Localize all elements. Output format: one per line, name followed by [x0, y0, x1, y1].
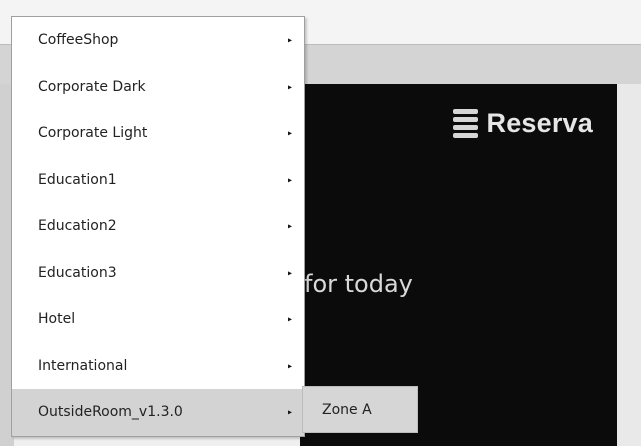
menu-item-label: CoffeeShop	[38, 32, 119, 49]
submenu-arrow-icon: ▸	[287, 82, 292, 92]
theme-context-menu: CoffeeShop ▸ Corporate Dark ▸ Corporate …	[11, 16, 305, 437]
menu-item-label: Hotel	[38, 311, 76, 328]
right-edge	[617, 84, 641, 446]
menu-item-label: International	[38, 357, 128, 374]
submenu-arrow-icon: ▸	[287, 407, 292, 417]
menu-item-international[interactable]: International ▸	[12, 343, 304, 390]
menu-item-label: Education2	[38, 218, 117, 235]
menu-item-label: Education1	[38, 171, 117, 188]
menu-item-education1[interactable]: Education1 ▸	[12, 157, 304, 204]
submenu-arrow-icon: ▸	[287, 35, 292, 45]
submenu-arrow-icon: ▸	[287, 361, 292, 371]
menu-item-label: Corporate Dark	[38, 78, 146, 95]
menu-item-label: Education3	[38, 264, 117, 281]
menu-item-hotel[interactable]: Hotel ▸	[12, 296, 304, 343]
stack-icon	[452, 108, 478, 139]
logo-text: Reserva	[486, 108, 593, 138]
menu-item-outsideroom[interactable]: OutsideRoom_v1.3.0 ▸	[12, 389, 304, 436]
submenu-arrow-icon: ▸	[287, 128, 292, 138]
submenu-item-label: Zone A	[322, 401, 372, 418]
submenu-arrow-icon: ▸	[287, 314, 292, 324]
menu-item-coffeeshop[interactable]: CoffeeShop ▸	[12, 17, 304, 64]
preview-tagline: for today	[304, 270, 413, 298]
menu-item-education2[interactable]: Education2 ▸	[12, 203, 304, 250]
submenu-arrow-icon: ▸	[287, 175, 292, 185]
submenu-arrow-icon: ▸	[287, 221, 292, 231]
reserva-logo: Reserva	[452, 108, 594, 139]
menu-item-label: Corporate Light	[38, 125, 148, 142]
menu-item-education3[interactable]: Education3 ▸	[12, 250, 304, 297]
menu-item-corporate-dark[interactable]: Corporate Dark ▸	[12, 64, 304, 111]
submenu-arrow-icon: ▸	[287, 268, 292, 278]
menu-item-corporate-light[interactable]: Corporate Light ▸	[12, 110, 304, 157]
menu-item-label: OutsideRoom_v1.3.0	[38, 404, 183, 421]
submenu-zone-a[interactable]: Zone A	[302, 386, 418, 433]
